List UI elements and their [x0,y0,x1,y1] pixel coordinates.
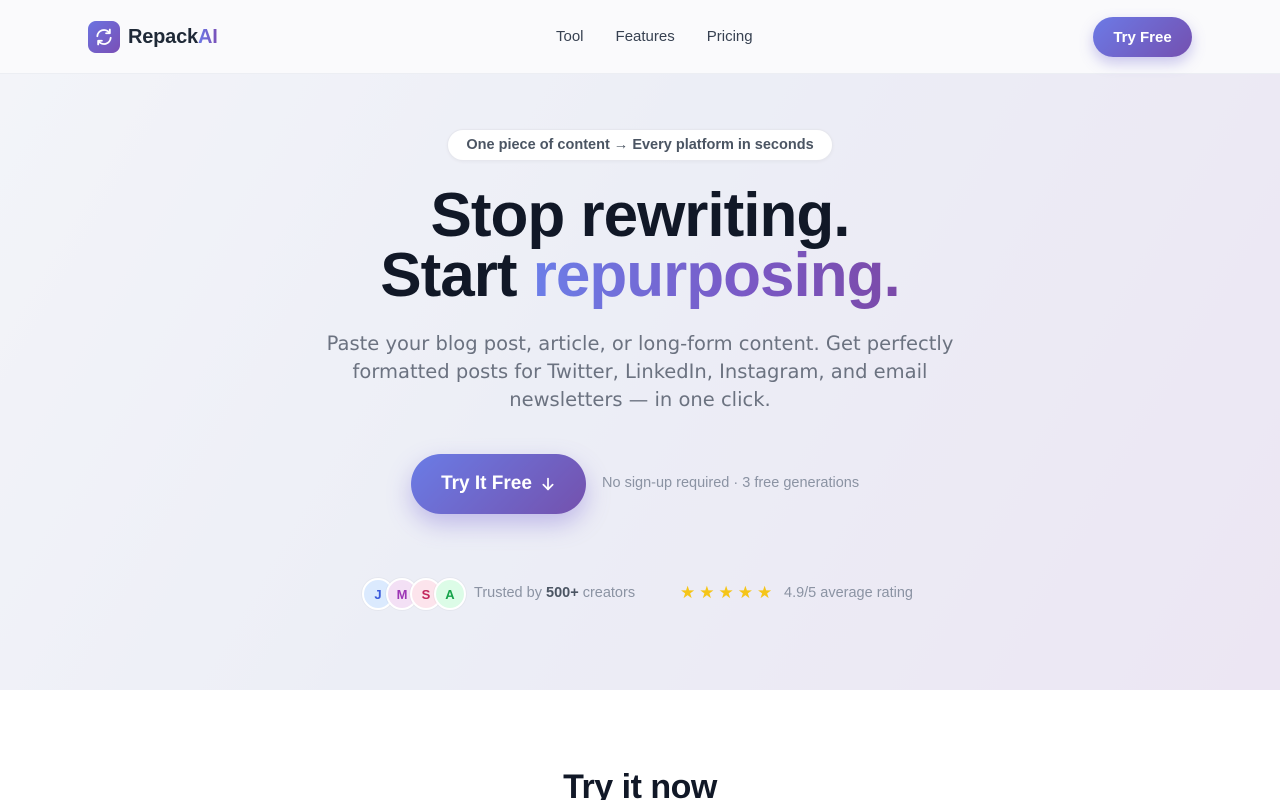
top-navbar: RepackAI Tool Features Pricing Try Free [0,0,1280,74]
nav-link-pricing[interactable]: Pricing [707,27,753,47]
try-it-now-heading: Try it now [563,768,717,800]
cta-note: No sign-up required · 3 free generations [602,475,860,491]
star-icon: ★ [737,583,753,602]
brand-name-suffix: AI [197,25,218,48]
brand-name: RepackAI [128,26,218,49]
hero-headline-line1: Stop rewriting. [430,181,851,250]
trusted-by-text: Trusted by 500+ creators [474,585,635,601]
star-icon: ★ [699,583,715,602]
creator-avatars: J M S A [362,578,466,610]
star-icon: ★ [757,583,773,602]
tagline-pill: One piece of content → Every platform in… [447,129,833,161]
avatar-initial: M [396,586,408,602]
nav-links: Tool Features Pricing [556,27,753,47]
nav-link-tool[interactable]: Tool [556,27,584,47]
avatar-initial: J [374,586,382,602]
avatar-initial: A [445,586,455,602]
hero-section: One piece of content → Every platform in… [0,74,1280,690]
arrow-down-icon [542,477,554,491]
hero-subtitle: Paste your blog post, article, or long-f… [326,332,954,411]
rating-text: 4.9/5 average rating [784,585,913,601]
star-icon: ★ [680,583,696,602]
trusted-count: 500+ [546,585,579,601]
avatar: A [434,578,466,610]
try-it-free-label: Try It Free [441,473,532,494]
brand-name-prefix: Repack [128,25,198,48]
headline-accent-text: repurposing. [532,241,901,310]
star-icon: ★ [718,583,734,602]
try-free-button[interactable]: Try Free [1093,17,1192,57]
repack-logo-icon [88,21,120,53]
rating-stars: ★ ★ ★ ★ ★ [680,583,772,603]
headline-plain-text: Start [380,241,533,310]
trusted-suffix: creators [578,585,636,601]
nav-link-features[interactable]: Features [616,27,675,47]
hero-headline-line2: Start repurposing. [0,245,1280,307]
brand-logo[interactable]: RepackAI [88,21,218,53]
avatar-initial: S [421,586,431,602]
trusted-prefix: Trusted by [474,585,546,601]
try-it-free-button[interactable]: Try It Free [411,454,586,514]
